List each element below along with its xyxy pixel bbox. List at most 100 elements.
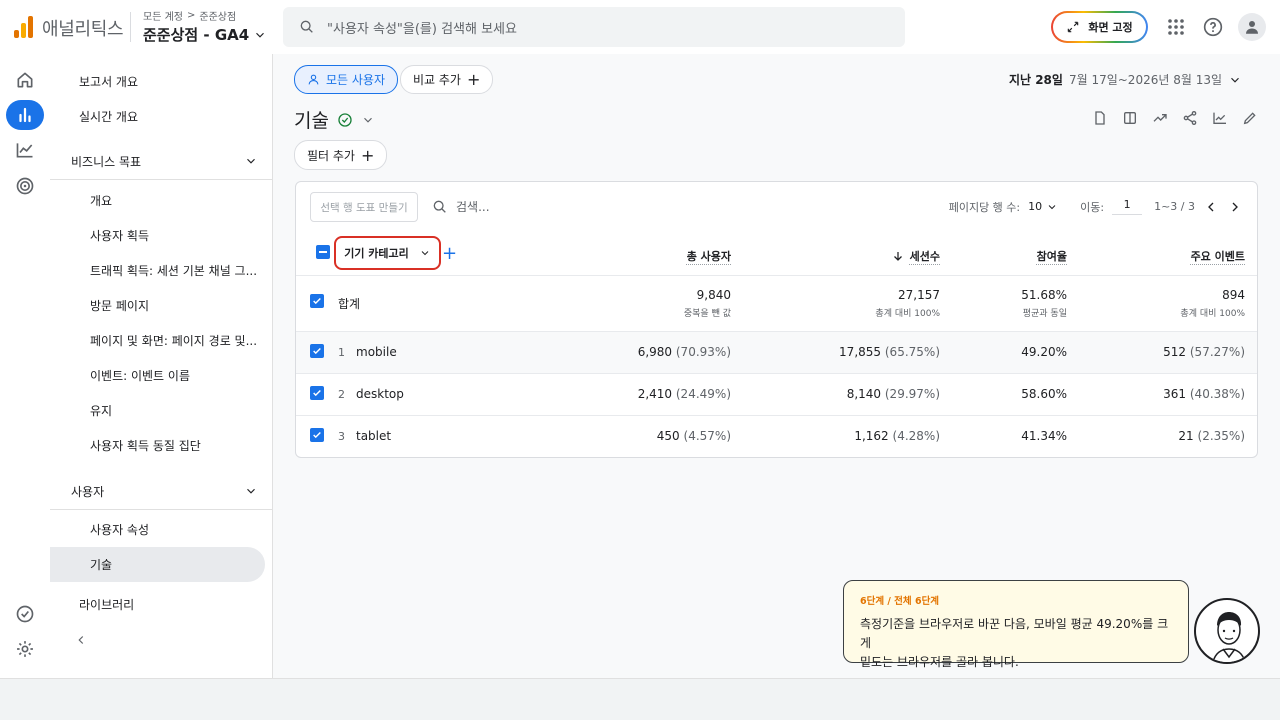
table-row[interactable]: 3 tablet 450 (4.57%) 1,162 (4.28%) 41.34… bbox=[296, 416, 1257, 457]
row-label[interactable]: mobile bbox=[356, 345, 397, 359]
select-all-checkbox[interactable] bbox=[316, 245, 330, 259]
document-icon[interactable] bbox=[1091, 109, 1109, 127]
tutorial-step: 6단계 / 전체 6단계 bbox=[860, 596, 940, 607]
total-row-checkbox[interactable] bbox=[310, 294, 324, 308]
rows-per-page-label: 페이지당 행 수: bbox=[948, 200, 1021, 214]
data-table-card: 선택 행 도표 만들기 검색... 페이지당 행 수: 10 이동: 1 1~3… bbox=[295, 181, 1258, 458]
collapse-chevron-icon[interactable] bbox=[74, 623, 88, 657]
nav-library[interactable]: 라이브러리 bbox=[79, 587, 134, 621]
nav-item-retention[interactable]: 유지 bbox=[90, 393, 112, 427]
pin-screen-button[interactable]: 화면 고정 bbox=[1051, 11, 1148, 43]
cell-users-pct: (24.49%) bbox=[675, 387, 731, 401]
property-selector[interactable]: 준준상점 - GA4 bbox=[143, 24, 267, 45]
total-sessions-note: 총계 대비 100% bbox=[875, 309, 940, 319]
nav-item-user-attributes[interactable]: 사용자 속성 bbox=[90, 512, 149, 546]
nav-realtime-overview[interactable]: 실시간 개요 bbox=[79, 99, 138, 133]
page-range: 1~3 / 3 bbox=[1154, 200, 1195, 213]
breadcrumb-property[interactable]: 준준상점 bbox=[199, 8, 236, 23]
cell-users: 6,980 (70.93%) bbox=[638, 345, 731, 359]
row-label[interactable]: desktop bbox=[356, 387, 404, 401]
next-page-icon[interactable] bbox=[1227, 199, 1243, 215]
cell-key-events-pct: (2.35%) bbox=[1197, 429, 1245, 443]
share-icon[interactable] bbox=[1181, 109, 1199, 127]
chevron-down-icon[interactable] bbox=[361, 113, 375, 127]
dimension-selector[interactable]: 기기 카테고리 bbox=[334, 236, 441, 270]
make-chart-button[interactable]: 선택 행 도표 만들기 bbox=[310, 192, 418, 222]
account-avatar-icon[interactable] bbox=[1238, 13, 1266, 41]
cell-sessions-value: 8,140 bbox=[846, 387, 882, 401]
table-search[interactable]: 검색... bbox=[432, 198, 490, 215]
settings-gear-icon[interactable] bbox=[6, 634, 44, 664]
table-row[interactable]: 2 desktop 2,410 (24.49%) 8,140 (29.97%) … bbox=[296, 374, 1257, 415]
cell-users-value: 6,980 bbox=[637, 345, 673, 359]
nav-section-business[interactable]: 비즈니스 목표 bbox=[71, 144, 272, 178]
app-name[interactable]: 애널리틱스 bbox=[42, 15, 124, 41]
search-bar[interactable]: "사용자 속성"을(를) 검색해 보세요 bbox=[283, 7, 905, 47]
add-dimension-plus-icon[interactable]: + bbox=[442, 243, 457, 264]
total-key-events: 894 총계 대비 100% bbox=[1180, 288, 1245, 319]
nav-item-overview[interactable]: 개요 bbox=[90, 183, 112, 217]
rows-per-page-select[interactable]: 10 bbox=[1028, 200, 1058, 213]
compare-columns-icon[interactable] bbox=[1121, 109, 1139, 127]
insights-trend-icon[interactable] bbox=[1151, 109, 1169, 127]
cell-sessions-pct: (65.75%) bbox=[884, 345, 940, 359]
cell-users-pct: (4.57%) bbox=[683, 429, 731, 443]
nav-divider bbox=[50, 179, 272, 180]
goto-page-input[interactable]: 1 bbox=[1112, 198, 1143, 215]
nav-item-user-acquisition[interactable]: 사용자 획득 bbox=[90, 218, 149, 252]
column-header-users[interactable]: 총 사용자 bbox=[687, 248, 731, 264]
row-divider bbox=[296, 275, 1257, 276]
total-row-label: 합계 bbox=[338, 297, 361, 311]
column-header-sessions[interactable]: 세션수 bbox=[892, 248, 940, 264]
breadcrumb[interactable]: 모든 계정 > 준준상점 bbox=[143, 8, 236, 23]
nav-item-cohort[interactable]: 사용자 획득 동질 집단 bbox=[90, 428, 201, 462]
cell-sessions-value: 1,162 bbox=[854, 429, 889, 443]
check-circle-icon[interactable] bbox=[6, 599, 44, 629]
total-users: 9,840 중복을 뺀 값 bbox=[684, 288, 731, 319]
column-header-sessions-label: 세션수 bbox=[909, 250, 940, 263]
nav-item-landing-page[interactable]: 방문 페이지 bbox=[90, 288, 149, 322]
line-chart-icon[interactable] bbox=[1211, 109, 1229, 127]
nav-section-label: 비즈니스 목표 bbox=[71, 154, 142, 169]
reports-icon[interactable] bbox=[6, 100, 44, 130]
breadcrumb-account[interactable]: 모든 계정 bbox=[143, 8, 183, 23]
nav-item-tech[interactable]: 기술 bbox=[90, 547, 112, 581]
add-compare-button[interactable]: 비교 추가 + bbox=[400, 65, 494, 94]
home-icon[interactable] bbox=[6, 65, 44, 95]
nav-item-traffic-acquisition[interactable]: 트래픽 획득: 세션 기본 채널 그... bbox=[90, 253, 257, 287]
tutor-avatar-icon bbox=[1194, 598, 1260, 664]
table-row[interactable]: 1 mobile 6,980 (70.93%) 17,855 (65.75%) … bbox=[296, 332, 1257, 373]
cell-key-events: 21 (2.35%) bbox=[1178, 429, 1245, 443]
explore-icon[interactable] bbox=[6, 135, 44, 165]
chevron-down-icon bbox=[247, 488, 255, 494]
prev-page-icon[interactable] bbox=[1203, 199, 1219, 215]
cell-sessions: 17,855 (65.75%) bbox=[839, 345, 940, 359]
edit-pencil-icon[interactable] bbox=[1241, 109, 1259, 127]
nav-report-overview[interactable]: 보고서 개요 bbox=[79, 64, 138, 98]
tutorial-message-line: 측정기준을 브라우저로 바꾼 다음, 모바일 평균 49.20%를 크게 bbox=[860, 617, 1169, 650]
nav-item-events[interactable]: 이벤트: 이벤트 이름 bbox=[90, 358, 190, 392]
row-checkbox[interactable] bbox=[310, 386, 324, 400]
row-checkbox[interactable] bbox=[310, 428, 324, 442]
cell-users: 450 (4.57%) bbox=[657, 429, 731, 443]
nav-item-pages-screens[interactable]: 페이지 및 화면: 페이지 경로 및... bbox=[90, 323, 257, 357]
add-filter-button[interactable]: 필터 추가 + bbox=[294, 140, 388, 170]
cell-key-events-value: 512 bbox=[1163, 345, 1187, 359]
column-header-engagement[interactable]: 참여율 bbox=[1037, 248, 1067, 264]
cell-engagement: 58.60% bbox=[1021, 387, 1067, 401]
date-range-selector[interactable]: 지난 28일 7월 17일~2026년 8월 13일 bbox=[1009, 71, 1242, 88]
nav-section-user[interactable]: 사용자 bbox=[71, 474, 272, 508]
breadcrumb-separator: > bbox=[186, 10, 196, 21]
cell-key-events-pct: (40.38%) bbox=[1189, 387, 1245, 401]
row-label[interactable]: tablet bbox=[356, 429, 391, 443]
row-checkbox[interactable] bbox=[310, 344, 324, 358]
cell-key-events-value: 21 bbox=[1178, 429, 1194, 443]
total-engagement-value: 51.68% bbox=[1021, 288, 1067, 302]
analytics-logo-icon[interactable] bbox=[14, 14, 36, 38]
apps-grid-icon[interactable] bbox=[1163, 14, 1189, 40]
all-users-chip[interactable]: 모든 사용자 bbox=[294, 65, 399, 94]
help-icon[interactable] bbox=[1200, 14, 1226, 40]
column-header-key-events[interactable]: 주요 이벤트 bbox=[1191, 248, 1245, 264]
total-key-events-note: 총계 대비 100% bbox=[1180, 309, 1245, 319]
advertising-icon[interactable] bbox=[6, 171, 44, 201]
